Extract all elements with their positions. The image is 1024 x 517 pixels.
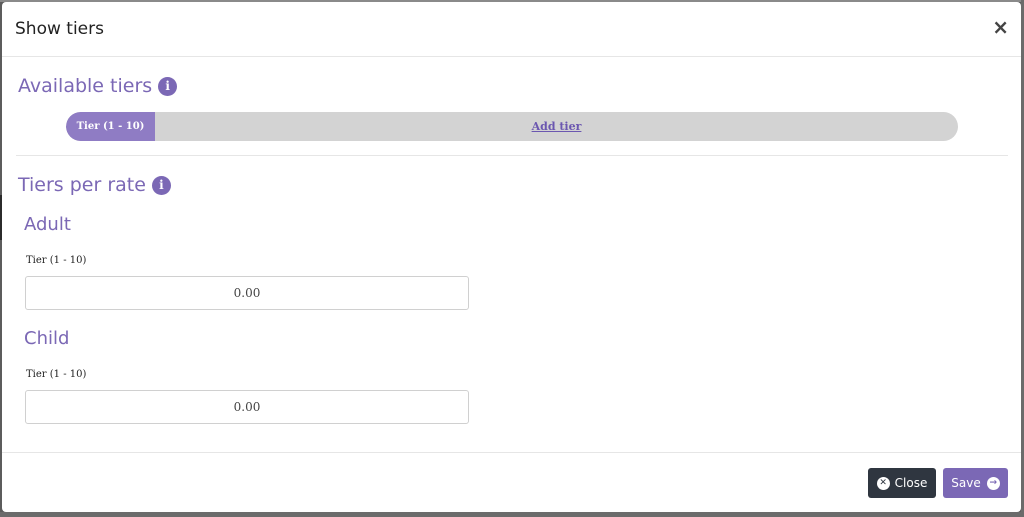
available-tiers-title: Available tiers xyxy=(18,75,153,97)
footer-divider xyxy=(2,452,1021,453)
adult-tier-label: Tier (1 - 10) xyxy=(26,255,87,266)
tier-pill[interactable]: Tier (1 - 10) xyxy=(66,112,155,141)
tiers-per-rate-heading: Tiers per rate i xyxy=(18,174,171,196)
close-button[interactable]: ✕ Close xyxy=(868,468,936,498)
x-circle-icon: ✕ xyxy=(876,476,890,490)
modal-title: Show tiers xyxy=(15,19,104,39)
rate-title-adult: Adult xyxy=(24,214,71,235)
arrow-right-circle-icon: → xyxy=(986,476,1000,490)
show-tiers-modal: Show tiers × Available tiers i Tier (1 -… xyxy=(2,2,1021,512)
info-icon[interactable]: i xyxy=(151,175,171,195)
close-icon[interactable]: × xyxy=(992,17,1009,37)
tier-bar: Tier (1 - 10) Add tier xyxy=(66,112,958,141)
child-tier-input[interactable] xyxy=(25,390,469,424)
child-tier-label: Tier (1 - 10) xyxy=(26,369,87,380)
section-divider xyxy=(16,155,1008,156)
rate-title-child: Child xyxy=(24,328,70,349)
save-button-label: Save xyxy=(951,476,981,490)
save-button[interactable]: Save → xyxy=(943,468,1008,498)
available-tiers-heading: Available tiers i xyxy=(18,75,178,97)
close-button-label: Close xyxy=(894,476,928,490)
backdrop-bottom xyxy=(0,512,1024,517)
modal-header: Show tiers × xyxy=(2,2,1021,57)
add-tier-link[interactable]: Add tier xyxy=(155,112,958,141)
info-icon[interactable]: i xyxy=(158,76,178,96)
adult-tier-input[interactable] xyxy=(25,276,469,310)
tiers-per-rate-title: Tiers per rate xyxy=(18,174,146,196)
